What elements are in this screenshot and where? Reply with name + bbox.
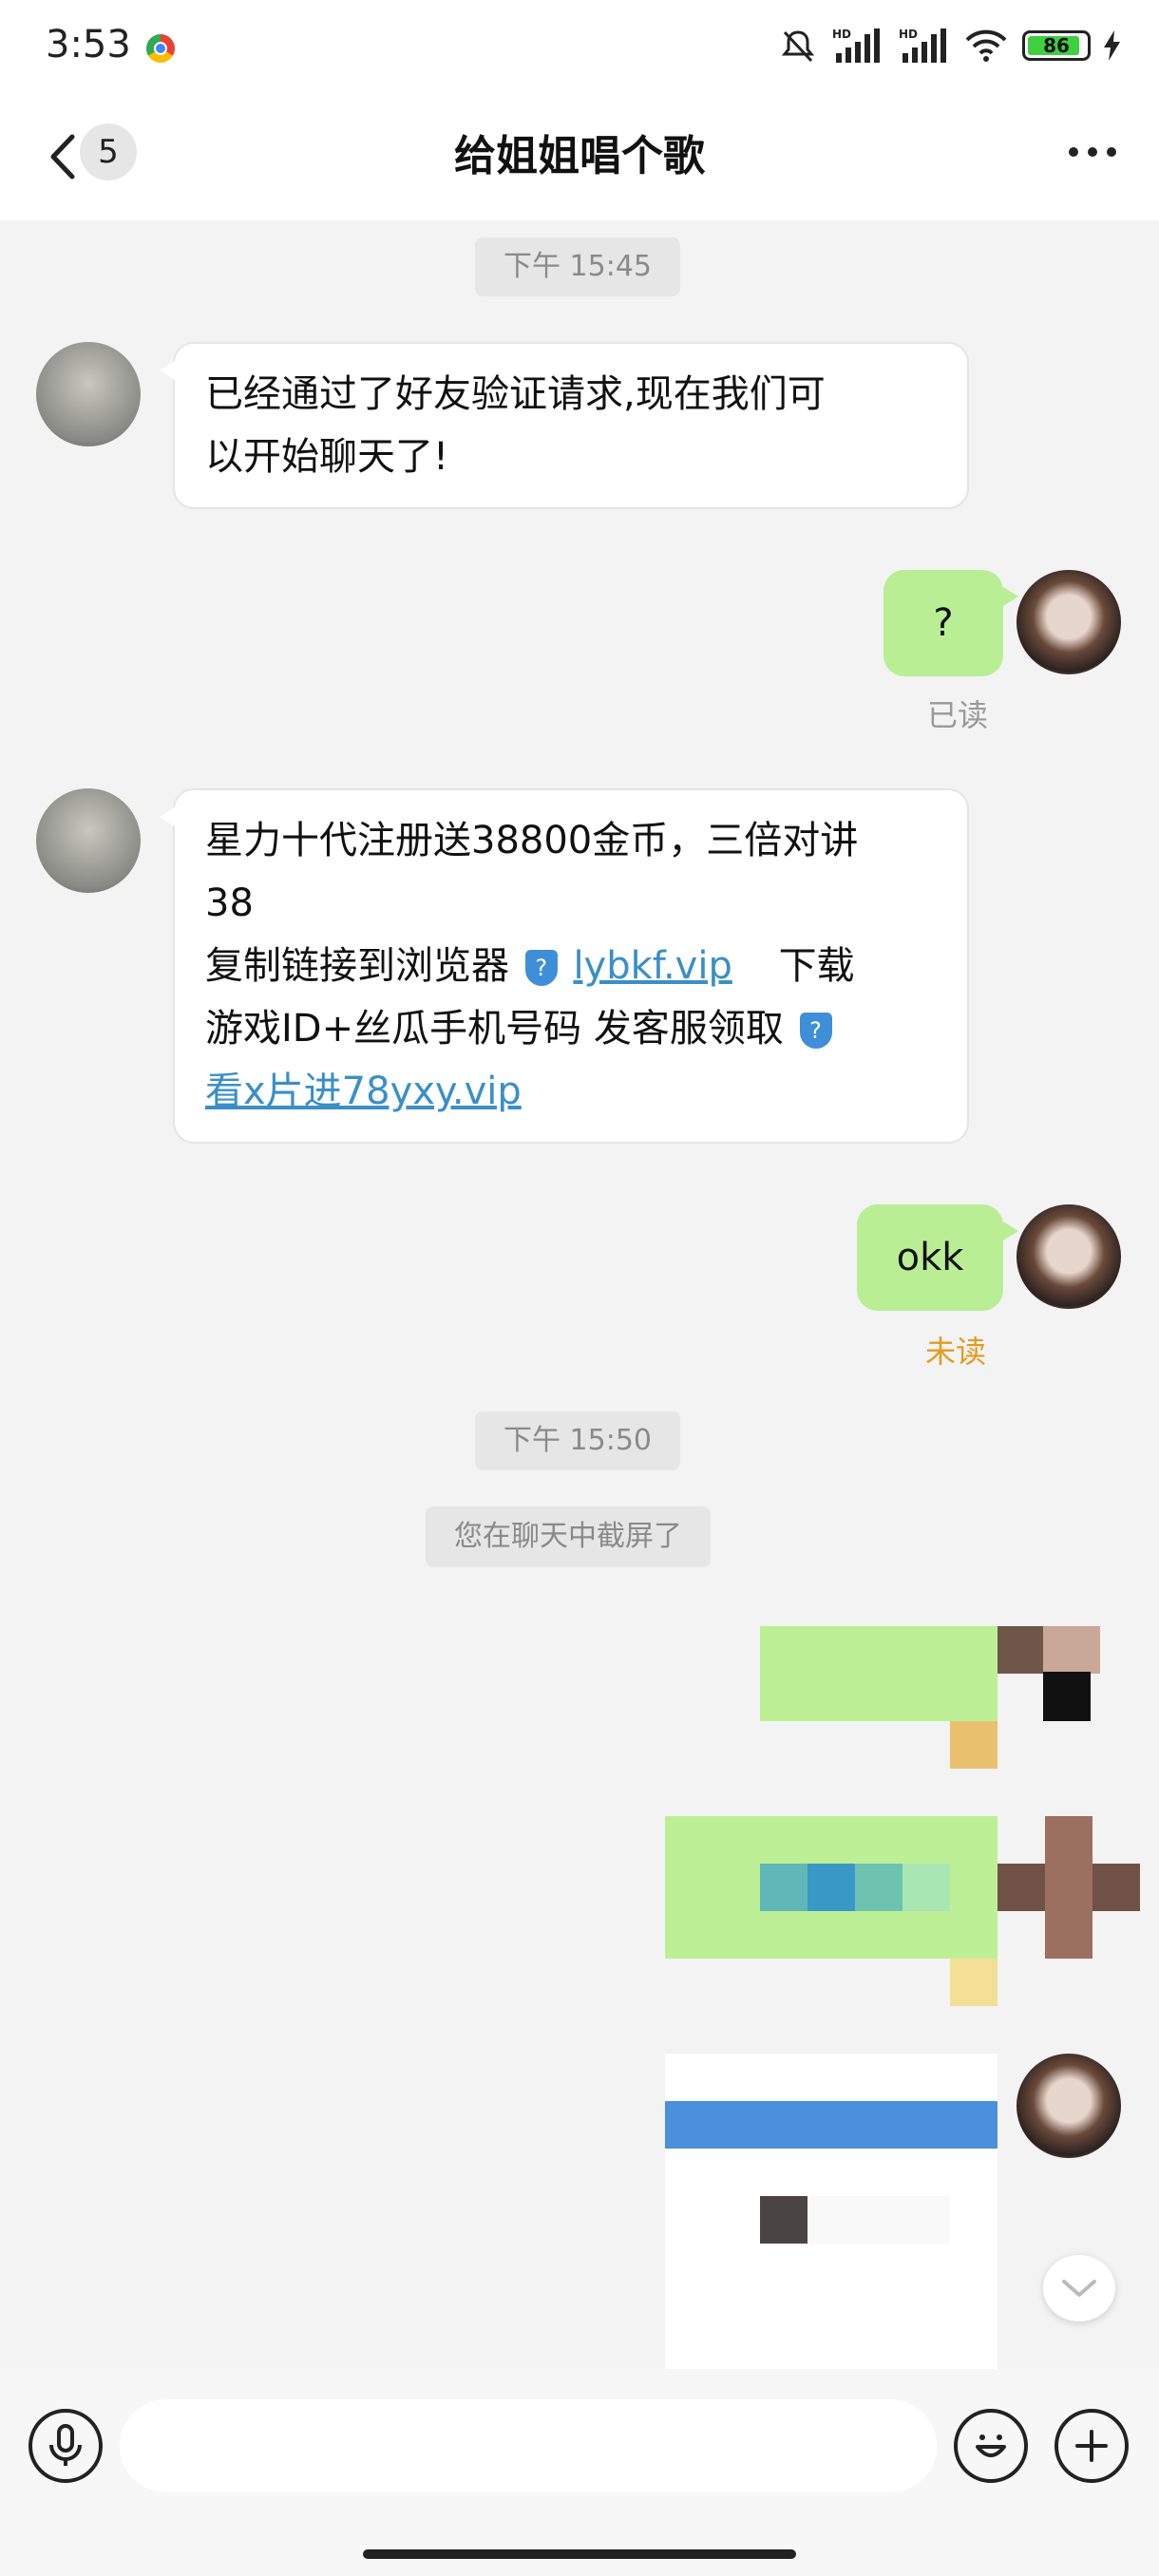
chevron-down-icon	[1062, 2280, 1096, 2297]
message-text: 星力十代注册送38800金币，三倍对讲	[205, 819, 859, 862]
message-text: 游戏ID+丝瓜手机号码 发客服领取	[205, 1007, 784, 1051]
emoji-icon	[976, 2434, 1006, 2457]
pixelated-block	[950, 1959, 998, 2006]
shield-icon: ?	[524, 950, 558, 986]
message-text: ?	[933, 601, 954, 645]
contact-avatar[interactable]	[36, 342, 141, 446]
timestamp: 下午 15:50	[475, 1411, 680, 1470]
bell-muted-icon	[781, 30, 815, 63]
message-text: 已经通过了好友验证请求,现在我们可	[205, 372, 826, 416]
system-notice: 您在聊天中截屏了	[426, 1506, 711, 1567]
microphone-icon	[49, 2424, 82, 2466]
input-bar	[0, 2369, 1159, 2576]
pixelated-avatar	[1043, 1672, 1091, 1721]
chrome-icon	[146, 34, 175, 63]
pixelated-bubble[interactable]	[760, 1626, 998, 1721]
my-avatar[interactable]	[1016, 2054, 1121, 2158]
timestamp: 下午 15:45	[475, 237, 680, 296]
pixelated-avatar	[1045, 1816, 1092, 1959]
status-icons: HD HD 86	[779, 27, 1121, 65]
pixelated-block	[855, 1864, 902, 1911]
my-avatar[interactable]	[1016, 1204, 1121, 1309]
message-line: 复制链接到浏览器 ? lybkf.vip 下载	[205, 935, 937, 997]
message-bubble-outgoing[interactable]: ?	[884, 570, 1018, 676]
pixelated-block	[950, 1721, 998, 1769]
plus-button[interactable]	[1054, 2409, 1129, 2483]
message-text: 复制链接到浏览器	[205, 944, 509, 988]
message-line: 游戏ID+丝瓜手机号码 发客服领取 ?	[205, 997, 937, 1060]
message-text: 38	[205, 881, 254, 925]
charging-icon	[1104, 30, 1120, 61]
signal-hd-label: HD	[832, 28, 851, 41]
message-bubble-incoming[interactable]: 星力十代注册送38800金币，三倍对讲 38 复制链接到浏览器 ? lybkf.…	[160, 788, 969, 1144]
battery-level: 86	[1043, 34, 1070, 57]
signal-hd-label: HD	[899, 28, 918, 41]
pixelated-block	[760, 2196, 808, 2244]
status-bar: 3:53 HD HD 86	[0, 0, 1159, 95]
emoji-button[interactable]	[954, 2409, 1028, 2483]
scroll-to-bottom-button[interactable]	[1043, 2255, 1115, 2321]
message-text: 下载	[778, 944, 855, 988]
plus-icon	[1075, 2430, 1108, 2462]
my-avatar[interactable]	[1016, 570, 1121, 674]
message-link[interactable]: lybkf.vip	[573, 944, 732, 988]
pixelated-block	[760, 1864, 808, 1911]
signal-icon: HD	[899, 28, 946, 63]
pixelated-block	[808, 2196, 950, 2244]
message-text: 以开始聊天了!	[205, 435, 449, 479]
read-status: 未读	[925, 1334, 987, 1370]
pixelated-block	[808, 1864, 855, 1911]
status-time: 3:53	[46, 23, 131, 66]
pixelated-avatar	[1043, 1626, 1100, 1674]
home-indicator[interactable]	[363, 2549, 796, 2559]
wifi-icon	[965, 29, 1007, 62]
message-line: 看x片进78yxy.vip	[205, 1060, 937, 1123]
shield-icon: ?	[799, 1013, 832, 1049]
voice-button[interactable]	[28, 2409, 103, 2483]
signal-icon: HD	[832, 28, 880, 63]
more-icon[interactable]	[1064, 133, 1121, 171]
message-bubble-outgoing[interactable]: okk	[857, 1204, 1018, 1311]
message-link[interactable]: 看x片进78yxy.vip	[205, 1070, 522, 1113]
message-input[interactable]	[120, 2399, 937, 2492]
read-status: 已读	[927, 697, 989, 733]
contact-avatar[interactable]	[36, 788, 141, 893]
battery-icon: 86	[1022, 30, 1091, 61]
chat-title: 给姐姐唱个歌	[454, 132, 705, 180]
message-bubble-incoming[interactable]: 已经通过了好友验证请求,现在我们可 以开始聊天了!	[160, 342, 969, 509]
message-text: okk	[896, 1236, 964, 1279]
pixelated-bar	[665, 2101, 998, 2149]
pixelated-block	[902, 1864, 950, 1911]
